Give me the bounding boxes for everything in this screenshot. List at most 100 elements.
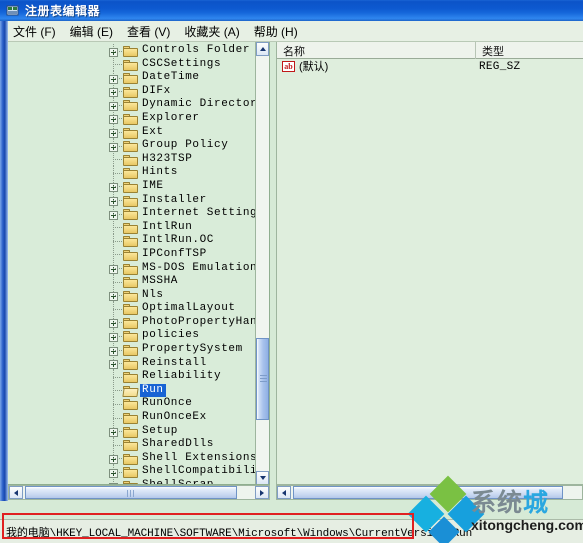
expand-plus-icon[interactable]: [109, 183, 118, 193]
menu-item-favorites[interactable]: 收藏夹 (A): [177, 21, 246, 42]
tree-node-ext[interactable]: Ext: [8, 125, 256, 140]
tree-node-internet-settings[interactable]: Internet Settings: [8, 207, 256, 221]
expand-plus-icon[interactable]: [109, 468, 118, 478]
expand-plus-icon[interactable]: [109, 47, 118, 57]
tree-node-ime[interactable]: IME: [8, 179, 256, 194]
folder-icon: [123, 358, 138, 370]
tree-connector: [113, 403, 122, 405]
tree-horizontal-scrollbar[interactable]: [8, 485, 270, 500]
expand-plus-icon[interactable]: [109, 88, 118, 98]
vertical-scroll-thumb[interactable]: [256, 338, 269, 420]
list-column-header: 名称 类型: [277, 42, 583, 59]
tree-connector: [113, 268, 122, 269]
tree-node-runonce[interactable]: RunOnce: [8, 397, 256, 412]
folder-icon: [123, 277, 138, 289]
tree-node-mssha[interactable]: MSSHA: [8, 275, 256, 289]
tree-node-propertysystem[interactable]: PropertySystem: [8, 343, 256, 357]
registry-values-list: ab (默认) REG_SZ: [277, 59, 583, 75]
expand-plus-icon[interactable]: [109, 115, 118, 125]
horizontal-scroll-thumb-2[interactable]: [293, 486, 563, 499]
tree-node-h323tsp[interactable]: H323TSP: [8, 152, 256, 167]
scroll-left-button-2[interactable]: [277, 486, 291, 499]
tree-node-difx[interactable]: DIFx: [8, 84, 256, 99]
values-horizontal-scrollbar[interactable]: [276, 485, 583, 500]
status-bar: 我的电脑\HKEY_LOCAL_MACHINE\SOFTWARE\Microso…: [0, 519, 583, 543]
column-header-type[interactable]: 类型: [476, 42, 583, 59]
tree-node-label: Hints: [142, 166, 179, 179]
tree-node-policies[interactable]: policies: [8, 329, 256, 344]
expand-plus-icon[interactable]: [109, 129, 118, 139]
expand-plus-icon[interactable]: [109, 197, 118, 207]
tree-node-shellcompatibility[interactable]: ShellCompatibility: [8, 465, 256, 479]
menu-item-view[interactable]: 查看 (V): [120, 21, 177, 42]
tree-node-ms-dos-emulation[interactable]: MS-DOS Emulation: [8, 261, 256, 276]
title-bar[interactable]: 注册表编辑器: [0, 0, 583, 21]
menu-item-edit[interactable]: 编辑 (E): [63, 21, 120, 42]
ab-string-icon: ab: [282, 61, 295, 72]
tree-node-cscsettings[interactable]: CSCSettings: [8, 57, 256, 72]
tree-node-hints[interactable]: Hints: [8, 166, 256, 180]
menu-item-file[interactable]: 文件 (F): [6, 21, 63, 42]
expand-plus-icon[interactable]: [109, 360, 118, 370]
scroll-down-button[interactable]: [256, 471, 269, 484]
tree-node-runonceex[interactable]: RunOnceEx: [8, 411, 256, 425]
folder-icon: [123, 195, 138, 207]
tree-node-controls-folder[interactable]: Controls Folder: [8, 44, 256, 58]
expand-plus-icon[interactable]: [109, 346, 118, 356]
folder-icon: [123, 290, 138, 302]
tree-node-nls[interactable]: Nls: [8, 288, 256, 303]
tree-node-dynamic-directory[interactable]: Dynamic Directory: [8, 98, 256, 112]
folder-icon: [123, 236, 138, 248]
tree-node-photopropertyhandler[interactable]: PhotoPropertyHandler: [8, 315, 256, 330]
tree-node-shell-extensions[interactable]: Shell Extensions: [8, 451, 256, 466]
tree-connector: [113, 471, 122, 473]
folder-icon: [123, 399, 138, 411]
tree-node-intlrun[interactable]: IntlRun: [8, 220, 256, 235]
menu-bar: 文件 (F) 编辑 (E) 查看 (V) 收藏夹 (A) 帮助 (H): [0, 21, 583, 42]
expand-plus-icon[interactable]: [109, 319, 118, 329]
expand-plus-icon[interactable]: [109, 142, 118, 152]
tree-node-shareddlls[interactable]: SharedDlls: [8, 438, 256, 452]
tree-node-group-policy[interactable]: Group Policy: [8, 139, 256, 153]
expand-plus-icon[interactable]: [109, 292, 118, 302]
scroll-right-button[interactable]: [255, 486, 269, 499]
tree-vertical-scrollbar[interactable]: [255, 42, 269, 484]
tree-connector: [113, 159, 122, 161]
tree-node-explorer[interactable]: Explorer: [8, 111, 256, 126]
registry-values-pane[interactable]: 名称 类型 ab (默认) REG_SZ: [276, 42, 583, 485]
tree-node-label: IntlRun: [142, 220, 193, 233]
tree-node-ipconftsp[interactable]: IPConfTSP: [8, 247, 256, 262]
tree-node-reliability[interactable]: Reliability: [8, 370, 256, 384]
folder-icon: [123, 46, 138, 57]
tree-node-intlrun-oc[interactable]: IntlRun.OC: [8, 234, 256, 248]
tree-connector: [113, 308, 122, 310]
expand-plus-icon[interactable]: [109, 455, 118, 465]
tree-node-optimallayout[interactable]: OptimalLayout: [8, 302, 256, 316]
tree-connector: [113, 186, 122, 188]
expand-plus-icon[interactable]: [109, 265, 118, 274]
tree-node-setup[interactable]: Setup: [8, 424, 256, 439]
horizontal-scroll-thumb[interactable]: [25, 486, 237, 499]
expand-plus-icon[interactable]: [109, 428, 118, 438]
folder-icon: [123, 181, 138, 193]
tree-node-reinstall[interactable]: Reinstall: [8, 356, 256, 371]
folder-icon: [123, 304, 138, 316]
tree-node-datetime[interactable]: DateTime: [8, 71, 256, 85]
tree-connector: [113, 417, 122, 419]
tree-connector: [113, 444, 122, 446]
expand-plus-icon[interactable]: [109, 101, 118, 111]
column-header-name[interactable]: 名称: [277, 42, 476, 59]
expand-plus-icon[interactable]: [109, 74, 118, 84]
tree-node-run[interactable]: Run: [8, 383, 256, 398]
tree-connector: [113, 322, 122, 324]
table-row[interactable]: ab (默认) REG_SZ: [277, 59, 583, 75]
tree-node-installer[interactable]: Installer: [8, 193, 256, 208]
folder-icon: [123, 113, 138, 125]
registry-tree-pane[interactable]: Controls Folder CSCSettings DateTime DIFx Dy…: [8, 42, 270, 485]
scroll-up-button[interactable]: [256, 42, 269, 56]
scroll-left-button[interactable]: [9, 486, 23, 499]
menu-item-help[interactable]: 帮助 (H): [247, 21, 305, 42]
window-left-edge: [0, 21, 8, 501]
expand-plus-icon[interactable]: [109, 210, 118, 220]
expand-plus-icon[interactable]: [109, 332, 118, 342]
